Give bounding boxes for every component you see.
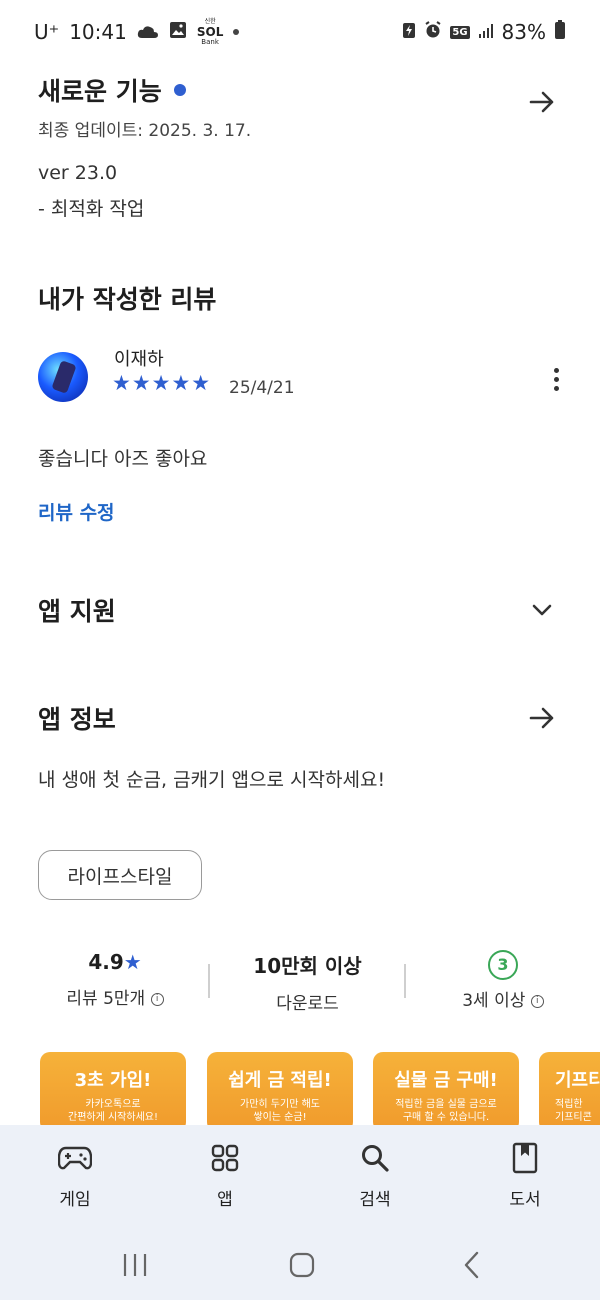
nav-search[interactable]: 검색 (330, 1141, 420, 1210)
system-navigation-bar (0, 1235, 600, 1295)
battery-icon (554, 19, 566, 45)
rating-value: 4.9 (88, 950, 124, 974)
downloads-value: 10만회 이상 (253, 954, 362, 978)
whats-new-title: 새로운 기능 (38, 77, 162, 106)
rating-stat[interactable]: 4.9★ 리뷰 5만개 i (40, 950, 190, 1009)
nav-games[interactable]: 게임 (30, 1141, 120, 1210)
app-description: 내 생애 첫 순금, 금캐기 앱으로 시작하세요! (38, 769, 386, 791)
nav-apps[interactable]: 앱 (180, 1141, 270, 1210)
recent-apps-icon[interactable] (120, 1250, 150, 1280)
review-stars: ★★★★★ (112, 371, 212, 395)
review-text: 좋습니다 아즈 좋아요 (38, 448, 208, 470)
nav-games-label: 게임 (59, 1190, 91, 1210)
back-icon[interactable] (458, 1250, 488, 1280)
rating-star-icon: ★ (123, 950, 142, 974)
clock: 10:41 (69, 20, 127, 44)
screenshot-card[interactable]: 쉽게 금 적립! 가만히 두기만 해도 쌓이는 순금! (207, 1052, 353, 1132)
app-support-section[interactable]: 앱 지원 (38, 592, 562, 632)
review-more-icon[interactable] (544, 363, 568, 395)
review-author: 이재하 (114, 349, 164, 370)
app-info-section[interactable]: 앱 정보 (38, 700, 562, 740)
stat-divider (404, 964, 406, 998)
home-icon[interactable] (287, 1250, 317, 1280)
category-chip[interactable]: 라이프스타일 (38, 850, 202, 900)
whats-new-arrow-icon[interactable] (522, 82, 562, 122)
last-updated: 최종 업데이트: 2025. 3. 17. (38, 121, 252, 141)
chevron-down-icon[interactable] (522, 590, 562, 630)
screenshot-card[interactable]: 3초 가입! 카카오톡으로 간편하게 시작하세요! (40, 1052, 186, 1132)
downloads-label: 다운로드 (276, 994, 339, 1014)
app-info-arrow-icon[interactable] (522, 698, 562, 738)
edit-review-link[interactable]: 리뷰 수정 (38, 502, 115, 524)
info-icon: i (530, 994, 544, 1008)
version-text: ver 23.0 (38, 162, 118, 184)
nav-search-label: 검색 (359, 1190, 391, 1210)
battery-saver-icon (402, 20, 416, 44)
review-date: 25/4/21 (229, 378, 295, 398)
status-bar: U⁺ 10:41 신한 SOL Bank 5G 83% (0, 0, 600, 64)
new-indicator-dot (173, 84, 186, 96)
sol-bank-icon: 신한 SOL Bank (196, 18, 224, 46)
update-note: - 최적화 작업 (38, 198, 145, 220)
app-info-title: 앱 정보 (38, 705, 116, 734)
screenshot-card[interactable]: 실물 금 구매! 적립한 금을 실물 금으로 구매 할 수 있습니다. (373, 1052, 519, 1132)
cloud-icon (137, 20, 159, 44)
signal-icon (478, 20, 494, 44)
whats-new-section[interactable]: 새로운 기능 최종 업데이트: 2025. 3. 17. (38, 72, 562, 142)
nav-books-label: 도서 (509, 1190, 541, 1210)
gamepad-icon (30, 1141, 120, 1175)
alarm-icon (424, 20, 442, 44)
age-rating-stat[interactable]: 3 3세 이상 i (428, 950, 578, 1011)
nav-apps-label: 앱 (217, 1190, 233, 1210)
rating-label: 리뷰 5만개 (66, 989, 146, 1009)
age-rating-badge: 3 (488, 950, 518, 980)
downloads-stat: 10만회 이상 다운로드 (230, 950, 385, 1014)
app-support-title: 앱 지원 (38, 597, 116, 626)
info-icon: i (150, 992, 164, 1006)
apps-grid-icon (180, 1141, 270, 1175)
gallery-icon (169, 20, 187, 44)
avatar (38, 352, 88, 402)
screenshot-card[interactable]: 기프티 적립한 기프티콘 (539, 1052, 600, 1132)
nav-books[interactable]: 도서 (480, 1141, 570, 1210)
network-type: 5G (450, 25, 470, 39)
more-notifications-dot-icon (233, 29, 240, 35)
review-card: 이재하 ★★★★★ 25/4/21 (38, 345, 562, 415)
age-rating-label: 3세 이상 (462, 991, 526, 1011)
my-review-heading: 내가 작성한 리뷰 (38, 285, 217, 314)
search-icon (330, 1141, 420, 1175)
book-icon (480, 1141, 570, 1175)
stat-divider (208, 964, 210, 998)
battery-percent: 83% (501, 20, 546, 44)
carrier-label: U⁺ (34, 20, 60, 44)
